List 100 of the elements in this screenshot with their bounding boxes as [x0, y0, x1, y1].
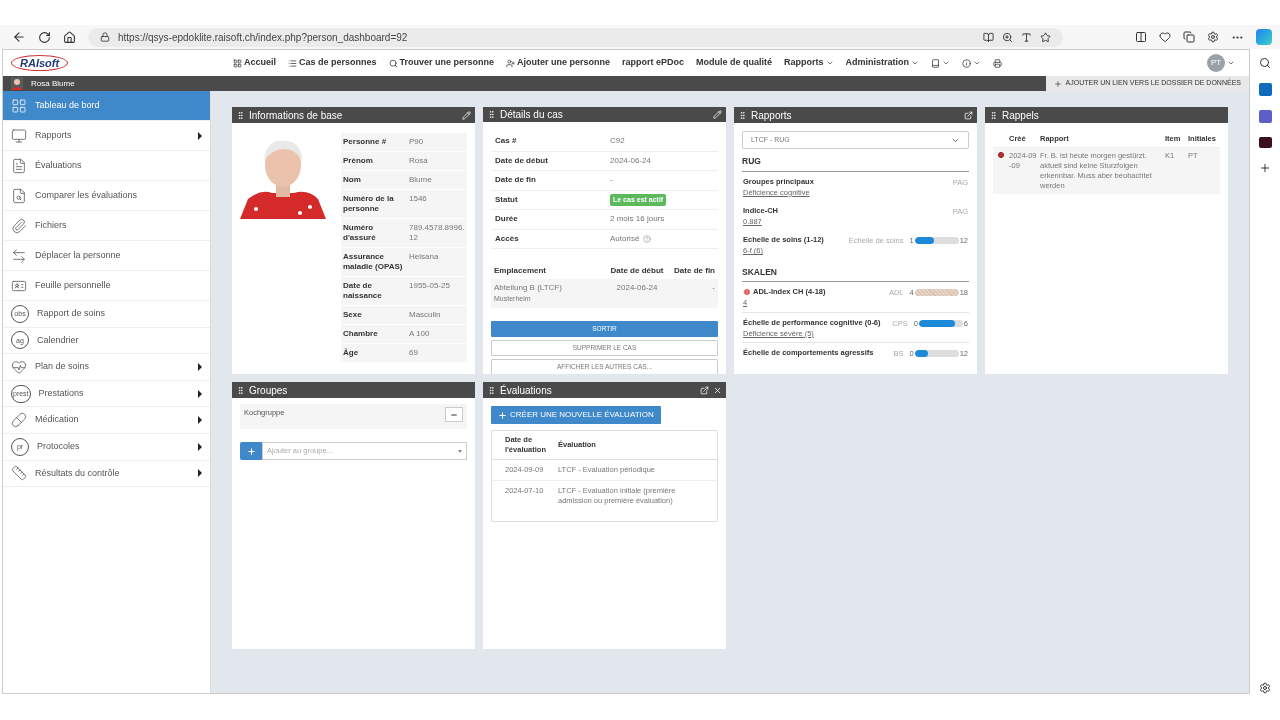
url-text: https://qsys-epdoklite.raisoft.ch/index.php?person_dashboard=92 [118, 30, 409, 45]
field-label: Âge [343, 348, 360, 358]
field-value: 789.4578.8996.12 [409, 223, 465, 243]
zoom-icon[interactable] [1002, 31, 1013, 43]
drag-handle-icon[interactable] [989, 110, 998, 120]
nav-link[interactable]: Administration [845, 56, 920, 70]
remove-group-button[interactable] [445, 407, 463, 422]
field-value: Blume [409, 175, 433, 185]
field-label: Date de naissance [343, 281, 383, 301]
plus-icon[interactable] [1259, 162, 1271, 174]
reader-icon[interactable] [983, 31, 994, 43]
plus-icon [1053, 79, 1062, 88]
panel-title: Rappels [1002, 108, 1040, 123]
edit-icon[interactable] [713, 110, 722, 119]
nav-link[interactable]: Accueil [232, 56, 276, 70]
table-cell-text: Abteilung B (LTCF) [494, 282, 563, 294]
external-link-icon[interactable] [964, 110, 973, 120]
column-header: Emplacement [494, 265, 548, 277]
read-aloud-icon[interactable] [1021, 31, 1032, 43]
plus-icon [498, 410, 507, 420]
panel-title: Groupes [249, 383, 289, 398]
collections-icon[interactable] [1183, 31, 1195, 43]
address-bar[interactable]: https://qsys-epdoklite.raisoft.ch/index.php?person_dashboard=92 [88, 27, 1063, 47]
create-evaluation-button[interactable]: CRÉER UNE NOUVELLE ÉVALUATION [491, 406, 661, 424]
section-heading: SKALEN [742, 265, 969, 283]
arrows-icon [11, 247, 27, 264]
drag-handle-icon[interactable] [236, 110, 245, 120]
lock-icon [100, 32, 110, 42]
grid-icon [232, 58, 242, 68]
nav-link[interactable]: Rapports [784, 56, 834, 70]
monitor-icon [11, 127, 27, 144]
drag-handle-icon[interactable] [738, 110, 747, 120]
panel-title: Informations de base [249, 108, 344, 123]
document-search-icon [11, 187, 27, 204]
submenu-arrow-icon [198, 416, 202, 425]
field-value: Masculin [409, 310, 442, 320]
submenu-arrow-icon [198, 389, 202, 398]
field-value: 2024-06-24 [610, 154, 651, 167]
heart-pulse-icon [11, 359, 27, 375]
field-value: C92 [610, 135, 625, 148]
printer-icon [993, 58, 1003, 68]
search-icon[interactable] [1259, 57, 1271, 69]
field-label: Nom [343, 175, 362, 185]
nav-link[interactable]: Cas de personnes [288, 56, 377, 70]
table-cell-text: 2024-06-24 [615, 282, 659, 294]
field-label: Cas # [495, 135, 518, 148]
home-icon[interactable] [63, 30, 76, 44]
favorite-icon[interactable] [1040, 31, 1051, 43]
dropdown-caret-icon [458, 449, 462, 453]
list-icon [288, 58, 297, 68]
nav-tool-button[interactable] [993, 58, 1003, 68]
pills-icon [11, 412, 27, 429]
sidebar-item[interactable]: Tableau de bord [3, 91, 210, 121]
nav-tool-button[interactable] [962, 58, 982, 68]
submenu-arrow-icon [198, 131, 202, 140]
favorites-icon[interactable] [1159, 31, 1171, 43]
submenu-arrow-icon [198, 363, 202, 371]
field-value: Autorisé [610, 232, 640, 245]
field-label: Statut [495, 193, 519, 206]
back-icon[interactable] [12, 30, 26, 44]
submenu-arrow-icon [198, 442, 202, 451]
field-label: Chambre [343, 329, 379, 339]
panel-title: Rapports [751, 108, 793, 123]
field-label: Accès [495, 232, 520, 245]
edit-icon[interactable] [462, 110, 471, 120]
search-icon [388, 58, 398, 68]
field-label: Numéro d'assuré [343, 223, 377, 243]
grid-icon [11, 97, 27, 114]
nav-link[interactable]: Ajouter une personne [506, 56, 611, 70]
drag-handle-icon[interactable] [487, 385, 496, 395]
plus-icon [246, 446, 256, 456]
table-cell-text: - [711, 282, 715, 294]
nav-link[interactable]: rapport ePDoc [622, 56, 685, 70]
field-value: 1955-05-25 [409, 281, 451, 292]
chevron-icon[interactable] [1227, 59, 1235, 67]
external-link-icon[interactable] [700, 385, 709, 395]
field-label: Durée [495, 213, 519, 226]
submenu-arrow-icon [198, 469, 202, 478]
field-label: Date de fin [495, 174, 537, 187]
split-screen-icon[interactable] [1135, 31, 1147, 43]
drag-handle-icon[interactable] [236, 385, 245, 395]
chevron-icon [825, 59, 834, 67]
nav-tool-button[interactable] [931, 58, 951, 68]
paperclip-icon [11, 217, 27, 234]
alert-icon [743, 288, 751, 297]
section-heading: RUG [742, 155, 969, 172]
drag-handle-icon[interactable] [487, 110, 496, 119]
field-label: Sexe [343, 310, 363, 320]
reload-icon[interactable] [38, 30, 51, 44]
settings-icon[interactable] [1259, 682, 1271, 694]
field-label: Prénom [343, 156, 374, 166]
nav-link[interactable]: Module de qualité [696, 56, 773, 70]
field-value: Rosa [409, 156, 429, 166]
add-group-button[interactable] [240, 442, 262, 460]
info-icon [962, 58, 972, 68]
field-value: Helsana [409, 252, 440, 263]
user-plus-icon [506, 58, 516, 68]
nav-link[interactable]: Trouver une personne [388, 56, 495, 70]
close-icon[interactable] [713, 385, 722, 395]
field-value: - [610, 174, 613, 187]
